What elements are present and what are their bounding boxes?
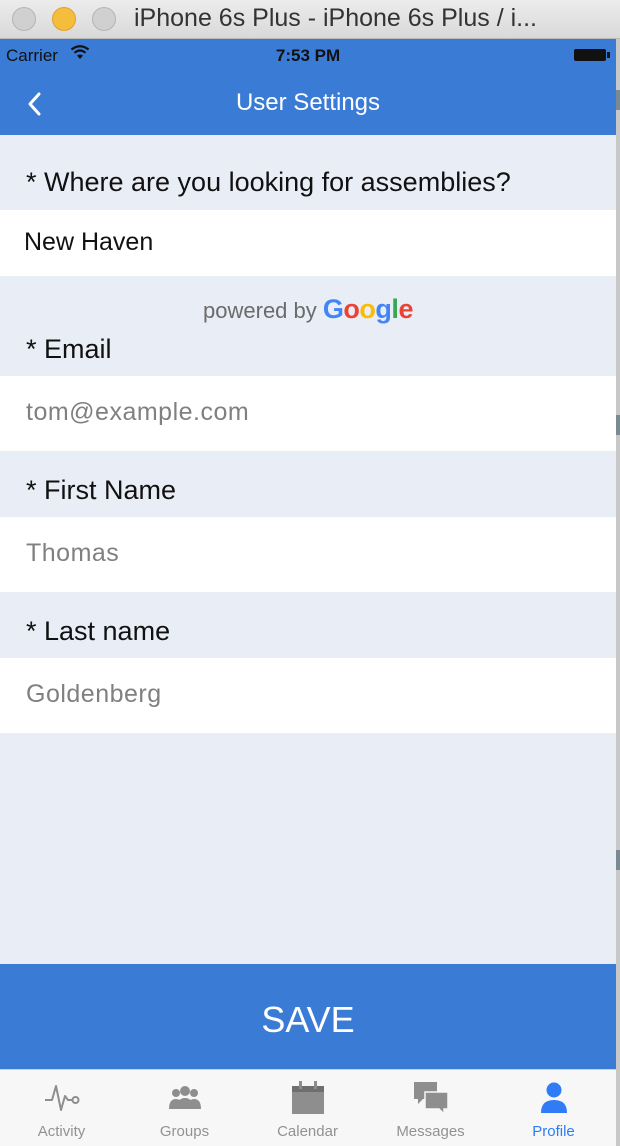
email-field[interactable]: tom@example.com <box>0 376 616 451</box>
save-button-label: SAVE <box>261 999 355 1040</box>
powered-by-google: powered by Google <box>0 294 616 325</box>
status-time: 7:53 PM <box>275 46 341 65</box>
save-button[interactable]: SAVE <box>0 964 616 1069</box>
tab-label: Activity <box>37 1123 86 1140</box>
location-label: * Where are you looking for assemblies? <box>26 167 511 197</box>
tab-profile[interactable]: Profile <box>492 1070 615 1146</box>
nav-bar: User Settings <box>0 71 616 135</box>
activity-icon <box>44 1080 80 1116</box>
google-logo: Google <box>322 294 414 324</box>
tab-activity[interactable]: Activity <box>0 1070 123 1146</box>
location-field[interactable]: New Haven <box>0 210 616 276</box>
calendar-icon <box>290 1080 326 1116</box>
tab-label: Groups <box>159 1123 210 1140</box>
window-titlebar: iPhone 6s Plus - iPhone 6s Plus / i... <box>0 0 620 39</box>
tab-messages[interactable]: Messages <box>369 1070 492 1146</box>
window-zoom-button[interactable] <box>92 7 116 31</box>
messages-icon <box>413 1080 449 1116</box>
window-minimize-button[interactable] <box>52 7 76 31</box>
window-edge-marker <box>616 850 620 870</box>
tab-bar: Activity Groups Calendar Messages Profil… <box>0 1069 616 1146</box>
tab-label: Messages <box>396 1123 465 1140</box>
tab-label: Calendar <box>277 1123 338 1140</box>
window-edge-marker <box>616 415 620 435</box>
last-name-field[interactable]: Goldenberg <box>0 658 616 733</box>
first-name-placeholder: Thomas <box>26 539 120 567</box>
page-title: User Settings <box>235 89 381 116</box>
first-name-label: * First Name <box>26 475 177 505</box>
simulator-screen: Carrier 7:53 PM User Settings * Where ar… <box>0 39 616 1146</box>
location-value: New Haven <box>24 228 154 256</box>
window-title: iPhone 6s Plus - iPhone 6s Plus / i... <box>134 4 537 32</box>
window-edge <box>616 39 620 1146</box>
last-name-placeholder: Goldenberg <box>26 680 162 708</box>
window-close-button[interactable] <box>12 7 36 31</box>
tab-label: Profile <box>532 1123 575 1140</box>
powered-by-label: powered by <box>203 298 317 323</box>
status-bar: Carrier 7:53 PM <box>0 39 616 71</box>
battery-icon <box>574 49 610 61</box>
tab-groups[interactable]: Groups <box>123 1070 246 1146</box>
groups-icon <box>167 1080 203 1116</box>
email-label: * Email <box>26 334 112 364</box>
first-name-field[interactable]: Thomas <box>0 517 616 592</box>
last-name-label: * Last name <box>26 616 171 646</box>
email-placeholder: tom@example.com <box>26 398 250 426</box>
tab-calendar[interactable]: Calendar <box>246 1070 369 1146</box>
window-edge-marker <box>616 90 620 110</box>
profile-icon <box>536 1080 572 1116</box>
